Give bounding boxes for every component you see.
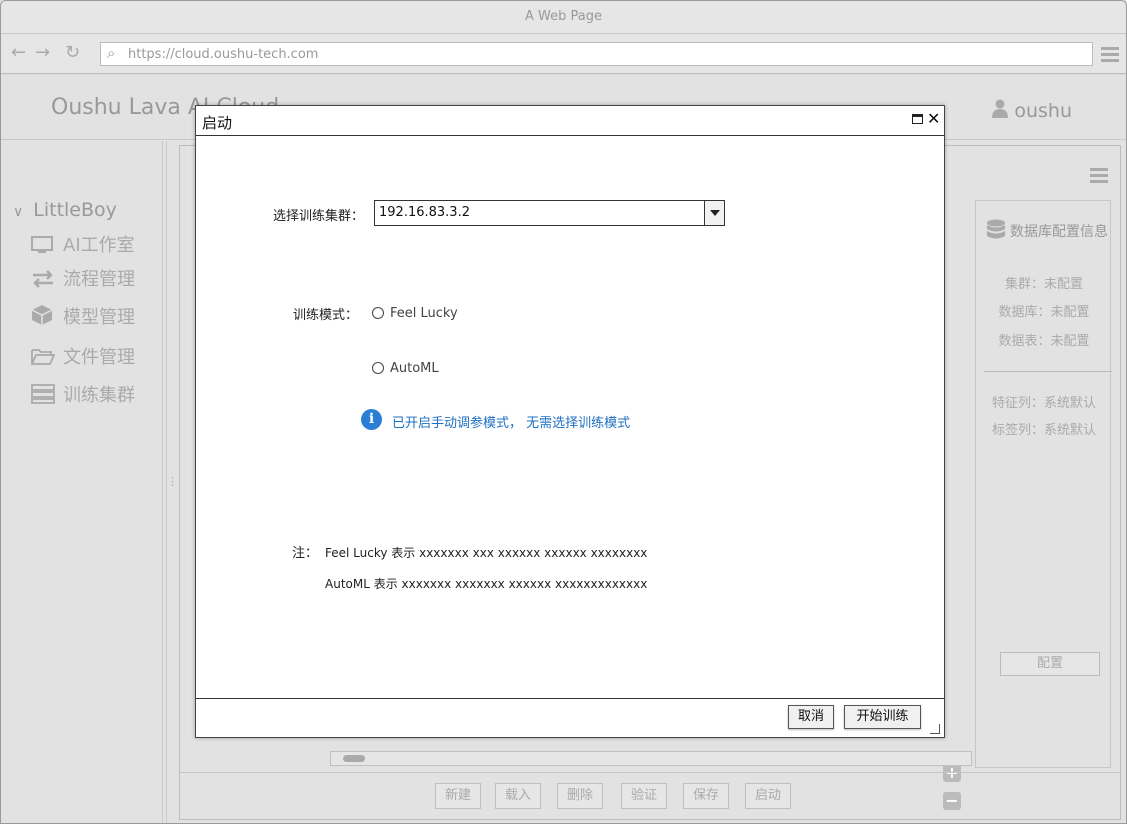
- config-button[interactable]: 配置: [1000, 652, 1100, 676]
- radio-automl-label[interactable]: AutoML: [390, 361, 439, 376]
- config-value: 未配置: [1050, 305, 1090, 320]
- server-icon: [31, 384, 57, 409]
- bottom-toolbar: 新建 载入 删除 验证 保存 启动: [180, 772, 1120, 820]
- dialog-footer: 取消 开始训练: [196, 698, 944, 738]
- config-label: 数据库：: [998, 305, 1051, 320]
- sidebar-item-flow[interactable]: 流程管理: [31, 265, 135, 293]
- user-name: oushu: [1014, 100, 1072, 122]
- config-value: 未配置: [1044, 277, 1084, 292]
- close-icon[interactable]: ✕: [927, 109, 940, 128]
- resize-grip-icon[interactable]: [930, 724, 940, 734]
- config-row-cluster: 集群：未配置: [976, 273, 1112, 292]
- maximize-icon[interactable]: [912, 114, 923, 124]
- sidebar: ∨ LittleBoy AI工作室 流程管理 模型管理 文件管理 训练集群: [1, 141, 163, 823]
- search-icon: ⌕: [107, 44, 116, 62]
- sidebar-item-label: 训练集群: [63, 385, 135, 406]
- config-divider: [984, 371, 1112, 372]
- note-line: Feel Lucky 表示 xxxxxxx xxx xxxxxx xxxxxx …: [325, 546, 648, 560]
- monitor-icon: [31, 236, 57, 259]
- new-button[interactable]: 新建: [435, 783, 481, 809]
- config-row-table: 数据表：未配置: [976, 330, 1112, 349]
- user-icon: [992, 99, 1009, 118]
- config-row-feature: 特征列：系统默认: [976, 392, 1112, 411]
- database-icon: [987, 219, 1005, 239]
- info-icon: i: [361, 409, 382, 430]
- browser-menu-icon[interactable]: [1101, 47, 1119, 65]
- launch-dialog: 启动 ✕ 选择训练集群： 192.16.83.3.2 训练模式： Feel Lu…: [195, 105, 945, 738]
- mode-label: 训练模式：: [293, 308, 359, 323]
- cancel-button[interactable]: 取消: [788, 705, 834, 729]
- reload-icon[interactable]: ↻: [65, 43, 80, 63]
- horizontal-scrollbar[interactable]: [330, 751, 972, 766]
- sidebar-item-label: 流程管理: [63, 269, 135, 290]
- browser-toolbar: ← → ↻ ⌕ https://cloud.oushu-tech.com: [1, 34, 1126, 74]
- back-arrow-icon[interactable]: ←: [11, 43, 26, 63]
- cluster-select[interactable]: 192.16.83.3.2: [374, 200, 725, 226]
- scrollbar-thumb[interactable]: [343, 755, 365, 762]
- sidebar-item-file[interactable]: 文件管理: [31, 343, 135, 371]
- panel-menu-icon[interactable]: [1090, 168, 1108, 186]
- splitter-handle-icon[interactable]: ⋮: [167, 475, 178, 488]
- radio-feel-lucky-label[interactable]: Feel Lucky: [390, 306, 458, 321]
- sidebar-item-ai-studio[interactable]: AI工作室: [31, 231, 135, 259]
- config-value: 系统默认: [1044, 396, 1097, 411]
- chevron-down-icon[interactable]: [704, 201, 724, 225]
- save-button[interactable]: 保存: [683, 783, 729, 809]
- chevron-down-icon: ∨: [13, 204, 24, 220]
- cube-icon: [31, 304, 57, 331]
- config-label: 数据表：: [998, 334, 1051, 349]
- launch-button[interactable]: 启动: [745, 783, 791, 809]
- url-bar[interactable]: ⌕ https://cloud.oushu-tech.com: [100, 42, 1093, 66]
- sidebar-item-label: AI工作室: [63, 235, 135, 256]
- forward-arrow-icon[interactable]: →: [35, 43, 50, 63]
- cluster-select-value: 192.16.83.3.2: [379, 205, 470, 220]
- browser-titlebar: A Web Page: [1, 1, 1126, 34]
- sidebar-item-label: 模型管理: [63, 307, 135, 328]
- config-row-label: 标签列：系统默认: [976, 419, 1112, 438]
- note-line: AutoML 表示 xxxxxxx xxxxxxx xxxxxx xxxxxxx…: [325, 577, 648, 591]
- delete-button[interactable]: 删除: [557, 783, 603, 809]
- url-text: https://cloud.oushu-tech.com: [128, 47, 319, 62]
- start-training-button[interactable]: 开始训练: [844, 705, 921, 729]
- config-row-database: 数据库：未配置: [976, 301, 1112, 320]
- db-config-panel: 数据库配置信息 集群：未配置 数据库：未配置 数据表：未配置 特征列：系统默认 …: [975, 200, 1112, 768]
- sidebar-item-label: 文件管理: [63, 347, 135, 368]
- flow-icon: [31, 270, 57, 293]
- config-value: 未配置: [1050, 334, 1090, 349]
- radio-automl[interactable]: [372, 362, 384, 374]
- sidebar-item-model[interactable]: 模型管理: [31, 303, 135, 331]
- user-menu[interactable]: oushu: [992, 99, 1072, 122]
- config-label: 集群：: [1004, 277, 1044, 292]
- radio-feel-lucky[interactable]: [372, 307, 384, 319]
- browser-title: A Web Page: [525, 9, 602, 24]
- sidebar-group-littleboy[interactable]: ∨ LittleBoy: [13, 199, 117, 221]
- dialog-title: 启动: [202, 114, 233, 132]
- dialog-header: 启动 ✕: [196, 106, 944, 136]
- folder-icon: [31, 348, 57, 371]
- info-message: 已开启手动调参模式， 无需选择训练模式: [392, 416, 631, 431]
- config-label: 特征列：: [991, 396, 1044, 411]
- sidebar-item-cluster[interactable]: 训练集群: [31, 381, 135, 409]
- note-label: 注：: [292, 546, 319, 561]
- config-label: 标签列：: [991, 423, 1044, 438]
- config-value: 系统默认: [1044, 423, 1097, 438]
- cluster-label: 选择训练集群：: [273, 209, 365, 224]
- sidebar-group-label: LittleBoy: [33, 199, 117, 221]
- load-button[interactable]: 载入: [495, 783, 541, 809]
- db-config-title-text: 数据库配置信息: [1010, 224, 1108, 240]
- validate-button[interactable]: 验证: [621, 783, 667, 809]
- db-config-title: 数据库配置信息: [986, 219, 1108, 241]
